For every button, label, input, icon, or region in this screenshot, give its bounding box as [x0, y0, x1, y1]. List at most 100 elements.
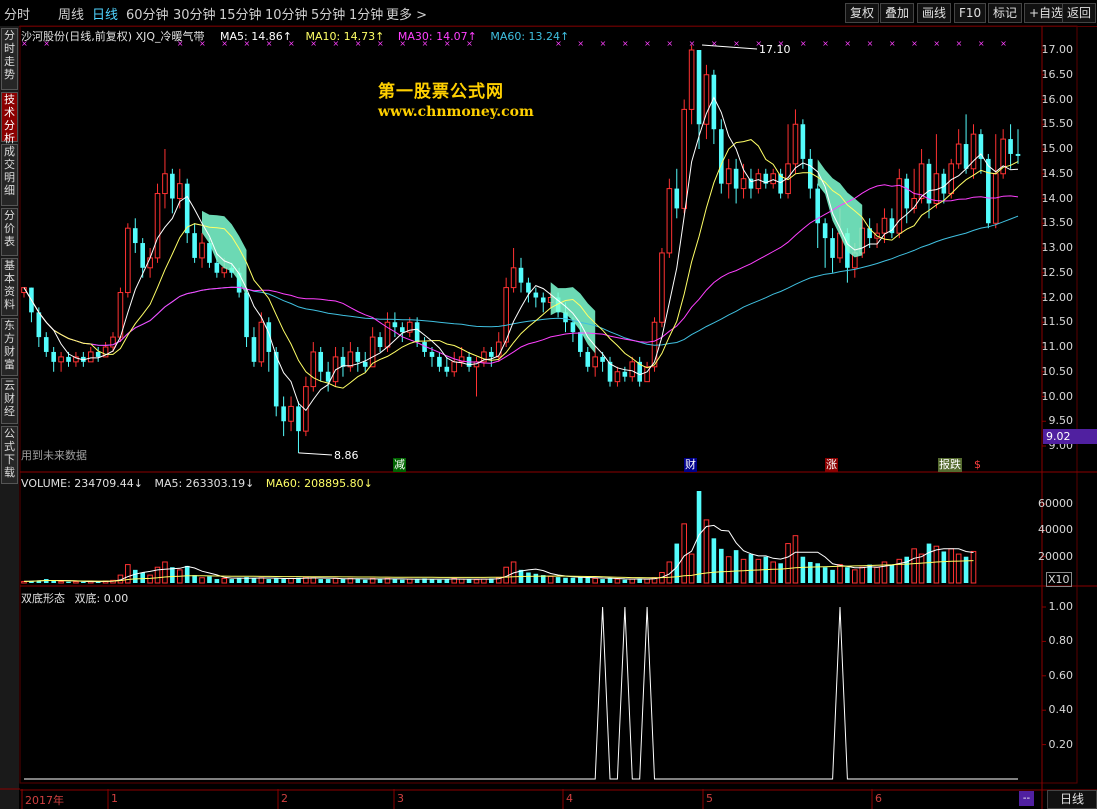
volume-bar-up	[852, 569, 858, 584]
indicator-info-line: 双底形态 双底: 0.00	[21, 590, 128, 606]
volume-bar-up	[614, 578, 621, 584]
volume-bar-down	[830, 569, 835, 583]
candle-body-down	[429, 351, 435, 357]
volume-bar-down	[733, 550, 739, 583]
candle-body-down	[437, 356, 442, 367]
event-marker-rise[interactable]: 涨	[825, 458, 838, 472]
volume-bar-up	[725, 556, 732, 584]
candle-body-up	[792, 123, 799, 165]
price-tick-label: 16.00	[1041, 92, 1074, 106]
volume-bar-down	[251, 578, 257, 583]
volume-bar-down	[325, 579, 331, 583]
volume-bar-down	[214, 579, 220, 583]
indicator-minus-button[interactable]: --	[1019, 791, 1034, 806]
candle-body-up	[881, 217, 888, 234]
candle-body-up	[755, 173, 762, 190]
candle-body-down	[281, 406, 286, 422]
event-marker-dollar[interactable]: $	[973, 458, 982, 472]
price-tick-label: 11.50	[1041, 315, 1074, 329]
future-data-note: 用到未来数据	[21, 449, 87, 462]
volume-bar-up	[199, 577, 205, 584]
candle-body-down	[904, 178, 910, 209]
candle-body-down	[963, 144, 969, 169]
price-tick-label: 14.00	[1041, 191, 1074, 205]
volume-bar-down	[696, 491, 702, 583]
candle-body-down	[377, 337, 383, 347]
candle-body-down	[540, 297, 546, 303]
volume-bar-down	[192, 575, 197, 583]
candle-body-down	[51, 351, 56, 362]
price-tick-label: 12.00	[1041, 290, 1074, 304]
candle-body-up	[258, 321, 265, 363]
candle-body-down	[392, 322, 398, 328]
candle-body-down	[489, 351, 494, 357]
signal-marker: ×	[844, 39, 851, 48]
volume-bar-up	[592, 577, 598, 584]
candle-body-down	[140, 243, 145, 268]
candle-body-down	[325, 371, 331, 382]
volume-bar-down	[132, 569, 138, 583]
volume-ma60-readout: MA60: 208895.80↓	[265, 477, 373, 490]
signal-marker: ×	[711, 39, 718, 48]
candle-body-down	[95, 351, 101, 357]
signal-marker: ×	[644, 39, 651, 48]
price-tick-label: 10.50	[1041, 364, 1074, 378]
volume-readout: VOLUME: 234709.44↓	[21, 477, 143, 490]
event-marker-finance[interactable]: 财	[684, 458, 697, 472]
ma10-readout: MA10: 14.73↑	[305, 30, 385, 43]
volume-ma5-readout: MA5: 263303.19↓	[154, 477, 255, 490]
volume-bar-up	[481, 578, 487, 584]
volume-bar-down	[429, 579, 435, 583]
candle-body-up	[503, 287, 509, 343]
candle-body-up	[955, 143, 962, 165]
ma30-readout: MA30: 14.07↑	[397, 30, 477, 43]
event-marker-reduce[interactable]: 减	[393, 458, 406, 472]
candle-body-down	[1008, 139, 1013, 154]
volume-bar-up	[288, 577, 294, 584]
signal-marker: ×	[666, 39, 673, 48]
volume-bar-up	[688, 553, 695, 584]
volume-bar-down	[140, 572, 145, 583]
event-marker-report[interactable]: 报跌	[938, 458, 962, 472]
volume-bar-down	[377, 579, 383, 583]
signal-marker: ×	[1000, 39, 1007, 48]
price-tick-label: 11.00	[1041, 340, 1074, 353]
candle-body-down	[696, 50, 702, 125]
candle-body-up	[629, 361, 636, 378]
price-tick-label: 12.50	[1041, 265, 1074, 279]
current-price-tag: 9.02	[1043, 429, 1097, 444]
candle-body-down	[170, 173, 175, 199]
volume-bar-up	[874, 566, 880, 584]
candle-body-down	[570, 322, 576, 333]
candle-body-down	[533, 292, 539, 298]
candle-body-down	[36, 312, 42, 338]
candle-body-down	[1015, 153, 1021, 156]
volume-bar-down	[800, 556, 806, 583]
watermark-title: 第一股票公式网	[378, 82, 504, 102]
signal-marker: ×	[733, 39, 740, 48]
candle-body-up	[87, 351, 94, 363]
candle-body-down	[986, 158, 991, 224]
candle-body-up	[666, 188, 673, 254]
candle-body-up	[659, 252, 665, 323]
stock-title: 沙河股份(日线,前复权) XJQ_冷暖气带	[21, 30, 205, 43]
volume-bar-up	[859, 566, 866, 584]
kline-chart[interactable]: × × × × × × × × × × × × × × × × × × × × × × × × × × × × × × × × × × × × ×	[0, 0, 1097, 809]
date-tick-label: 6	[875, 792, 882, 805]
volume-bar-down	[266, 579, 272, 583]
volume-bar-down	[281, 579, 286, 583]
price-tick-label: 13.50	[1041, 216, 1074, 230]
volume-bar-down	[941, 551, 947, 583]
volume-bar-down	[822, 567, 828, 583]
candle-body-down	[244, 292, 249, 338]
volume-bar-down	[466, 579, 472, 583]
candle-body-up	[614, 371, 621, 383]
period-selector[interactable]: 日线	[1047, 790, 1097, 809]
volume-bar-up	[681, 523, 687, 584]
volume-bar-down	[578, 577, 583, 583]
volume-bar-up	[955, 553, 962, 584]
price-tick-label: 15.00	[1041, 142, 1074, 155]
candle-body-down	[251, 337, 257, 362]
volume-bar-down	[170, 567, 175, 583]
candle-body-up	[154, 193, 161, 259]
